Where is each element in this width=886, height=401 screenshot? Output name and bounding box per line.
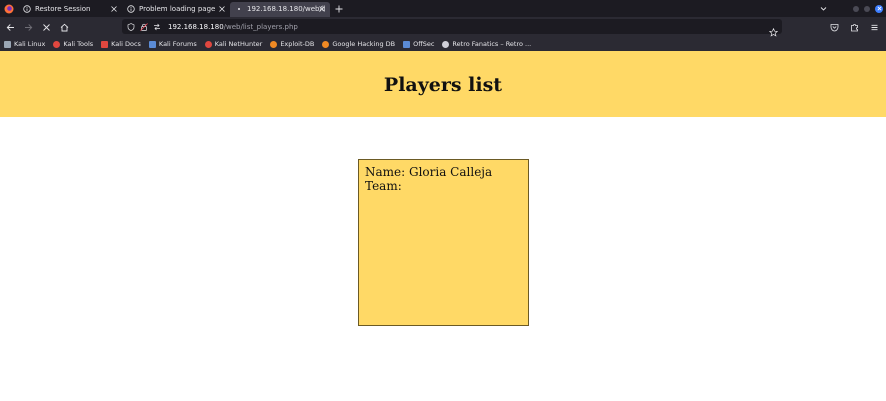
bookmark-google-hacking-db[interactable]: Google Hacking DB bbox=[322, 40, 395, 48]
url-host: 192.168.18.180 bbox=[168, 22, 224, 31]
close-icon[interactable] bbox=[110, 5, 118, 13]
url-bar[interactable]: 192.168.18.180/web/list_players.php bbox=[122, 19, 782, 37]
bookmark-kali-docs[interactable]: Kali Docs bbox=[101, 40, 141, 48]
info-icon bbox=[23, 5, 31, 13]
toolbar-right bbox=[826, 17, 886, 37]
window-close-button[interactable] bbox=[875, 4, 883, 13]
connection-settings-icon[interactable] bbox=[152, 22, 162, 32]
offsec-icon bbox=[403, 40, 411, 48]
player-card: Name: Gloria Calleja Team: bbox=[358, 159, 529, 326]
bookmark-label: Google Hacking DB bbox=[332, 40, 396, 48]
page-title: Players list bbox=[383, 74, 503, 96]
bookmark-label: Kali Tools bbox=[63, 40, 94, 48]
tab-bar: Restore Session Problem loading page 192… bbox=[0, 0, 886, 17]
bookmark-label: Exploit-DB bbox=[280, 40, 315, 48]
info-icon bbox=[127, 5, 135, 13]
stop-loading-icon[interactable] bbox=[38, 19, 54, 35]
kali-dragon-icon bbox=[4, 40, 11, 48]
hamburger-menu-icon[interactable] bbox=[866, 19, 882, 35]
bookmarks-bar: Kali Linux Kali Tools Kali Docs Kali For… bbox=[0, 37, 886, 51]
minimize-button[interactable] bbox=[853, 5, 859, 12]
loading-icon bbox=[235, 5, 243, 13]
tab-problem-loading[interactable]: Problem loading page bbox=[122, 2, 230, 17]
lock-warning-icon[interactable] bbox=[139, 22, 149, 32]
tab-label: Problem loading page bbox=[139, 5, 216, 13]
close-icon[interactable] bbox=[218, 5, 226, 13]
bookmark-kali-tools[interactable]: Kali Tools bbox=[53, 40, 93, 48]
page-header: Players list bbox=[0, 51, 886, 117]
maximize-button[interactable] bbox=[864, 5, 870, 12]
ghdb-icon bbox=[322, 40, 330, 48]
forward-arrow-icon[interactable] bbox=[20, 19, 36, 35]
tab-label: Restore Session bbox=[35, 5, 91, 13]
bookmark-retro-fanatics[interactable]: Retro Fanatics – Retro ... bbox=[442, 40, 531, 48]
kali-forums-icon bbox=[148, 40, 156, 48]
bookmark-star-icon[interactable] bbox=[768, 22, 779, 37]
url-text[interactable]: 192.168.18.180/web/list_players.php bbox=[168, 23, 298, 31]
pocket-icon[interactable] bbox=[826, 19, 842, 35]
tab-label: 192.168.18.180/web/list_ bbox=[247, 5, 325, 13]
firefox-logo-icon[interactable] bbox=[0, 0, 18, 17]
kali-tools-icon bbox=[53, 40, 61, 48]
nav-bar: 192.168.18.180/web/list_players.php bbox=[0, 17, 886, 37]
shield-icon[interactable] bbox=[126, 22, 136, 32]
bookmark-exploit-db[interactable]: Exploit-DB bbox=[270, 40, 314, 48]
tab-restore-session[interactable]: Restore Session bbox=[18, 2, 122, 17]
bookmark-kali-nethunter[interactable]: Kali NetHunter bbox=[204, 40, 263, 48]
close-icon[interactable] bbox=[318, 5, 326, 13]
bookmark-label: Kali Docs bbox=[111, 40, 141, 48]
bookmark-label: Kali Linux bbox=[14, 40, 46, 48]
bookmark-kali-linux[interactable]: Kali Linux bbox=[4, 40, 45, 48]
bookmark-label: Kali Forums bbox=[158, 40, 197, 48]
globe-icon bbox=[442, 40, 450, 48]
bookmark-offsec[interactable]: OffSec bbox=[403, 40, 434, 48]
back-arrow-icon[interactable] bbox=[2, 19, 18, 35]
bookmark-kali-forums[interactable]: Kali Forums bbox=[148, 40, 197, 48]
tab-active-players[interactable]: 192.168.18.180/web/list_ bbox=[230, 1, 330, 17]
bookmark-label: Retro Fanatics – Retro ... bbox=[452, 40, 532, 48]
url-path: /web/list_players.php bbox=[223, 22, 298, 31]
new-tab-plus-icon[interactable] bbox=[332, 1, 346, 16]
bookmark-label: Kali NetHunter bbox=[214, 40, 263, 48]
bookmark-label: OffSec bbox=[413, 40, 435, 48]
player-team: Team: bbox=[365, 179, 402, 193]
extensions-puzzle-icon[interactable] bbox=[846, 19, 862, 35]
home-icon[interactable] bbox=[56, 19, 72, 35]
player-name: Name: Gloria Calleja bbox=[365, 165, 493, 179]
kali-docs-icon bbox=[101, 40, 109, 48]
window-controls bbox=[817, 0, 886, 17]
chevron-down-icon[interactable] bbox=[817, 3, 829, 15]
exploit-db-icon bbox=[270, 40, 278, 48]
nethunter-icon bbox=[204, 40, 212, 48]
